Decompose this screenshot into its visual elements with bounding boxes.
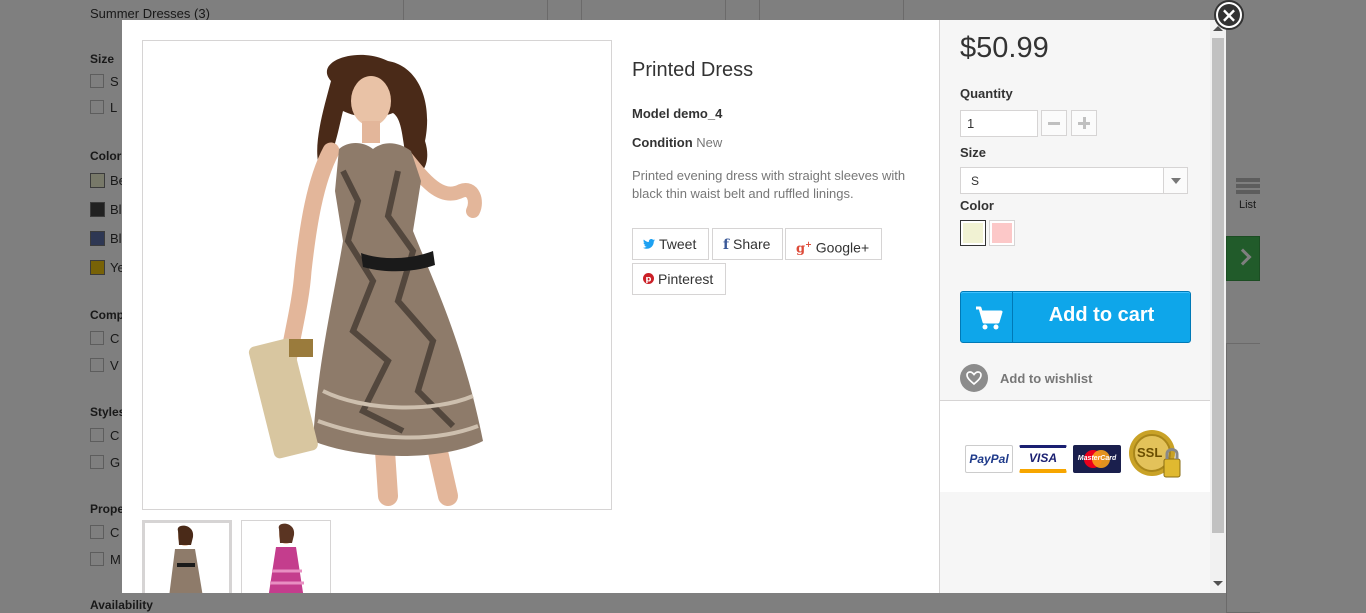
size-selected-value: S: [971, 174, 980, 188]
visa-logo: VISA: [1019, 445, 1067, 473]
modal-scrollbar[interactable]: [1210, 20, 1226, 593]
tweet-button[interactable]: Tweet: [632, 228, 710, 260]
share-button[interactable]: f Share: [712, 228, 784, 260]
tweet-label: Tweet: [659, 236, 697, 252]
size-select[interactable]: S: [960, 167, 1188, 194]
color-swatch-beige[interactable]: [960, 220, 986, 246]
model-value: demo_4: [673, 106, 723, 121]
twitter-icon: [643, 229, 655, 259]
thumbnail-1[interactable]: [142, 520, 232, 593]
quick-view-modal: Printed Dress Model demo_4 Condition New…: [122, 20, 1226, 593]
quantity-label: Quantity: [960, 86, 1013, 101]
close-icon: ×: [1220, 3, 1238, 27]
quantity-plus-button[interactable]: [1071, 110, 1097, 136]
scrollbar-thumb[interactable]: [1212, 38, 1224, 533]
svg-text:p: p: [646, 274, 652, 284]
thumbnail-2[interactable]: [241, 520, 331, 593]
chevron-down-icon[interactable]: [1163, 168, 1187, 193]
product-model: Model demo_4: [632, 106, 722, 121]
close-modal-button[interactable]: ×: [1214, 0, 1244, 30]
thumbnail-photo: [268, 523, 304, 593]
googleplus-icon: g+: [796, 239, 812, 257]
cart-icon: [961, 292, 1013, 342]
condition-label: Condition: [632, 135, 693, 150]
buy-box: $50.99 Quantity Size S Color Add to cart: [939, 20, 1226, 593]
share-label: Share: [733, 236, 771, 252]
pinterest-label: Pinterest: [658, 271, 714, 287]
googleplus-label: Google+: [815, 239, 870, 256]
add-to-cart-label: Add to cart: [1048, 304, 1155, 326]
product-main-image[interactable]: [142, 40, 612, 510]
quantity-minus-button[interactable]: [1041, 110, 1067, 136]
heart-icon: [960, 364, 988, 392]
product-description: Printed evening dress with straight slee…: [632, 168, 906, 201]
googleplus-button[interactable]: g+ Google+: [785, 228, 883, 260]
wishlist-label: Add to wishlist: [1000, 371, 1093, 386]
facebook-icon: f: [723, 237, 730, 253]
color-swatch-pink[interactable]: [989, 220, 1015, 246]
scroll-down-icon[interactable]: [1213, 581, 1223, 586]
paypal-logo: PayPal: [965, 445, 1013, 473]
dress-photo: [248, 54, 483, 506]
pinterest-icon: p: [643, 264, 654, 294]
add-to-cart-button[interactable]: Add to cart: [960, 291, 1191, 343]
product-condition: Condition New: [632, 135, 722, 150]
quantity-input[interactable]: [960, 110, 1038, 137]
model-label: Model: [632, 106, 670, 121]
color-label: Color: [960, 198, 994, 213]
product-price: $50.99: [960, 32, 1049, 64]
size-label: Size: [960, 145, 987, 160]
thumbnail-photo: [169, 525, 203, 593]
product-title: Printed Dress: [632, 59, 754, 81]
payment-logos: PayPal VISA MasterCard SSL: [940, 400, 1210, 492]
ssl-badge-icon: SSL: [1127, 429, 1185, 485]
mastercard-logo: MasterCard: [1073, 445, 1121, 473]
condition-value: New: [696, 135, 723, 150]
pinterest-button[interactable]: p Pinterest: [632, 263, 727, 295]
